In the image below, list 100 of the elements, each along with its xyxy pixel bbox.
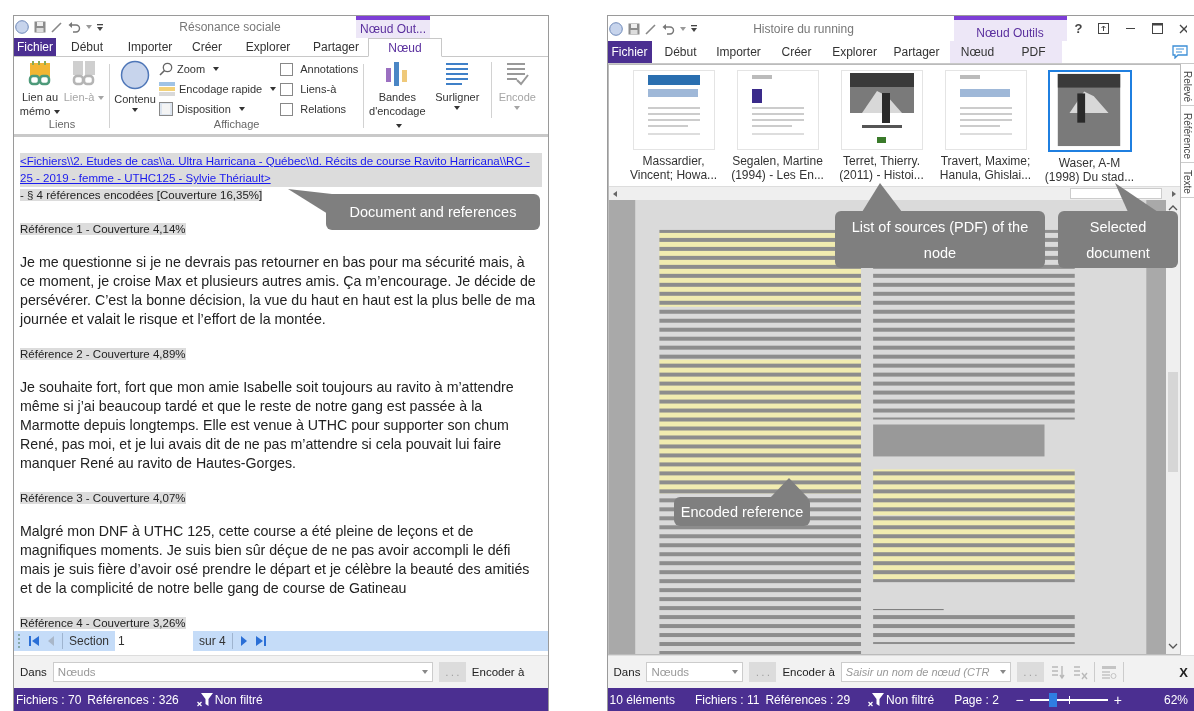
ribbon-menu-button[interactable]: Zoom (159, 60, 277, 78)
document-check-icon (504, 60, 531, 88)
zoom-in-button[interactable]: + (1113, 691, 1122, 708)
ribbon-tab[interactable]: PDF (1005, 41, 1062, 63)
notepad-link-icon (27, 60, 53, 88)
app-icon[interactable] (15, 20, 29, 34)
filter-icon (868, 692, 885, 707)
ribbon-tab[interactable]: Début (56, 38, 118, 56)
filter-icon (196, 692, 213, 707)
reference-header: Référence 2 - Couverture 4,89% (20, 348, 186, 360)
ribbon-tab[interactable]: Partager (304, 38, 368, 56)
memo-link-button[interactable]: Lien au mémo (18, 60, 62, 118)
first-icon[interactable] (28, 635, 40, 647)
filter-status: Non filtré (214, 692, 263, 707)
documents-link-icon (71, 60, 97, 88)
scrollbar-thumb[interactable] (1168, 372, 1178, 472)
code-at-label: Encoder à (471, 666, 525, 678)
files-count: Fichiers : 70 (16, 692, 82, 707)
ribbon-menu-button[interactable]: Disposition (159, 100, 277, 118)
ribbon-tab[interactable]: Créer (767, 41, 826, 63)
in-label: Dans (20, 666, 47, 678)
section-total: sur 4 (199, 634, 226, 648)
coding-stripes-button[interactable]: Bandes d'encodage (367, 60, 428, 118)
document-link[interactable]: <Fichiers\\2. Etudes de cas\\a. Ultra Harricana - Québec\\d. Récits de course Ravito Harricana\\RC - 25 - 2019 - femme - UTHC125 - Sylvie Thériault> (20, 153, 542, 187)
checkbox[interactable]: Relations (280, 100, 359, 118)
scroll-down-icon[interactable] (1168, 642, 1178, 650)
pen-icon[interactable] (51, 21, 63, 33)
ribbon-tab[interactable]: Nœud (368, 38, 442, 57)
close-button[interactable]: X (1179, 664, 1188, 680)
zoom-percent: 62% (1163, 692, 1188, 707)
content-button[interactable]: Contenu (113, 60, 157, 118)
slider-thumb[interactable] (1049, 692, 1058, 707)
side-tab[interactable]: Texte (1181, 167, 1194, 199)
zoom-out-button[interactable]: − (1015, 691, 1024, 708)
save-icon[interactable] (34, 21, 46, 33)
reference-header: Référence 1 - Couverture 4,14% (20, 223, 186, 235)
callout-pointer (1115, 183, 1158, 212)
ribbon-tab[interactable]: Fichier (14, 38, 56, 56)
search-icon (159, 62, 173, 76)
checkbox[interactable]: Liens-à (280, 80, 359, 98)
stripes-icon (159, 82, 175, 96)
window-title: Résonance sociale (178, 19, 282, 36)
reference-header: Référence 4 - Couverture 3,26% (20, 617, 186, 629)
customize-icon[interactable] (690, 25, 697, 32)
section-field[interactable]: 1 (115, 631, 194, 651)
checkbox[interactable]: Annotations (280, 60, 359, 78)
side-tab[interactable]: Relevé (1181, 68, 1194, 107)
comment-icon[interactable] (1172, 45, 1188, 59)
ribbon-tab[interactable]: Explorer (232, 38, 304, 56)
ribbon-tab[interactable]: Créer (182, 38, 232, 56)
ribbon-tab[interactable]: Nœud (949, 41, 1006, 63)
window-title: Histoire du running (752, 20, 855, 38)
caret-icon (54, 110, 61, 115)
ribbon-tab[interactable]: Fichier (607, 41, 652, 63)
page-number: Page : 2 (954, 692, 999, 707)
scroll-up-icon[interactable] (1168, 204, 1178, 212)
next-icon[interactable] (238, 635, 249, 647)
section-label: Section (69, 634, 110, 648)
ribbon-menu-button[interactable]: Encodage rapide (159, 80, 277, 98)
caret-icon (98, 96, 105, 101)
customize-icon[interactable] (97, 23, 103, 31)
coverage-summary: - § 4 références encodées [Couverture 16,35%] (20, 189, 263, 201)
help-button[interactable]: ? (1074, 21, 1083, 36)
in-label: Dans (613, 666, 641, 678)
save-icon[interactable] (627, 22, 640, 35)
ribbon-tab[interactable]: Explorer (825, 41, 884, 63)
caret-icon (514, 106, 521, 110)
caret-icon (213, 67, 220, 71)
caret-icon (238, 107, 245, 111)
reference-text: Je me questionne si je ne devrais pas retourner en bas pour ma sécurité mais, à ce moment, je croise Max et plusieurs autres amis. Ça m’encourage. Je décide de persévérer. C’est la bonne décision, la vue du haut en haut est la plus belle de ma journée et valait le risque et l’effort de la montée. (20, 253, 537, 329)
caret-icon[interactable] (679, 26, 686, 31)
side-tab[interactable]: Référence (1181, 110, 1194, 164)
highlight-button[interactable]: Surligner (427, 60, 488, 118)
layout-icon (159, 102, 173, 116)
last-icon[interactable] (254, 635, 267, 647)
group-label: Liens (47, 118, 77, 132)
undo-icon[interactable] (68, 21, 81, 33)
callout-pointer (862, 183, 902, 212)
close-icon[interactable] (1179, 23, 1188, 34)
context-tab-header: Nœud Out... (356, 16, 430, 38)
ribbon-tab[interactable]: Partager (883, 41, 950, 63)
ribbon-tab[interactable]: Importer (709, 41, 768, 63)
ribbon-display-icon[interactable] (1098, 23, 1110, 34)
zoom-slider[interactable] (1029, 692, 1108, 707)
pen-icon[interactable] (644, 22, 657, 35)
reference-header: Référence 3 - Couverture 4,07% (20, 492, 186, 504)
reference-text: Je souhaite fort, fort que mon amie Isabelle soit toujours au ravito à m’attendre même si j’ai beaucoup tardé et que le reste de notre gang est passée à la Marmotte depuis longtemps. Elle est venue à UTHC pour supporter son chum René, pas moi, et je lui avais dit de ne pas m’attendre si cela pouvait lui faire manquer René au ravito de Hautes-Gorges. (20, 378, 515, 473)
caret-icon (270, 87, 277, 91)
references-count: Références : 29 (765, 692, 851, 707)
callout-pointer (770, 478, 808, 498)
maximize-icon[interactable] (1152, 23, 1164, 34)
files-count: Fichiers : 11 (694, 692, 760, 707)
undo-icon[interactable] (661, 22, 675, 35)
caret-icon[interactable] (86, 25, 92, 29)
caret-icon (396, 124, 403, 129)
ribbon-tab[interactable]: Début (651, 41, 710, 63)
app-icon[interactable] (608, 21, 623, 36)
ribbon-tab[interactable]: Importer (118, 38, 182, 56)
caret-icon (454, 106, 461, 110)
references-count: Références : 326 (87, 692, 179, 707)
